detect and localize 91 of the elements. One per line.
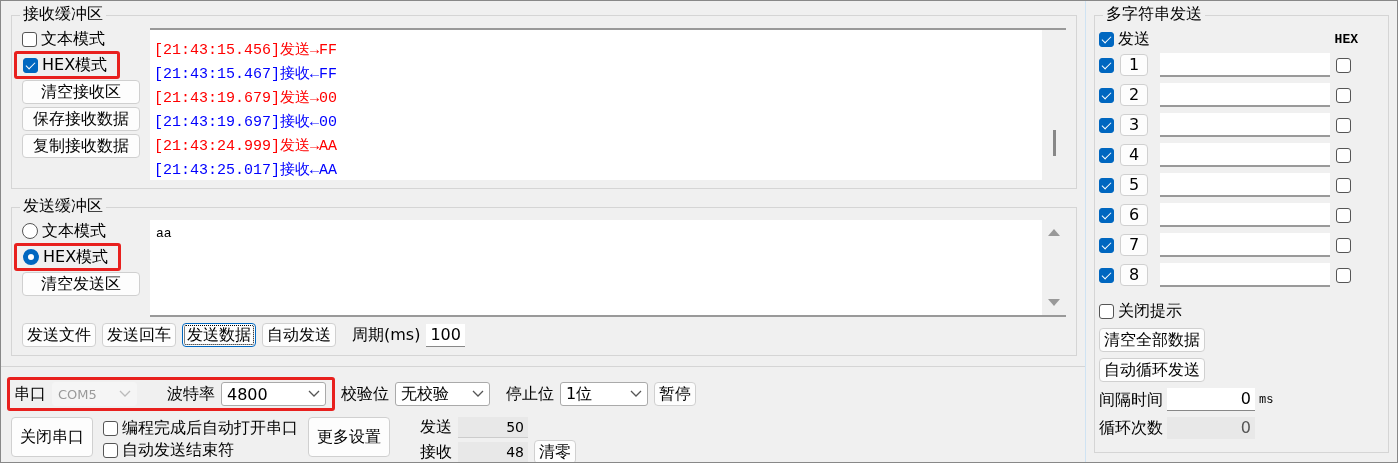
checkbox[interactable]	[1099, 267, 1114, 283]
checkbox[interactable]	[1336, 177, 1351, 193]
checkbox[interactable]	[1099, 31, 1114, 47]
receive-action-button[interactable]: 清空接收区	[22, 80, 140, 104]
counter-value: 50	[458, 417, 528, 438]
loop-count-label: 循环次数	[1099, 417, 1163, 439]
checkbox[interactable]	[1099, 207, 1114, 223]
period-label: 周期(ms)	[352, 324, 421, 346]
parity-label: 校验位	[341, 383, 389, 405]
period-field[interactable]: 100	[426, 323, 465, 347]
baud-dropdown[interactable]: 4800	[221, 382, 326, 406]
log-line: [21:43:24.999]发送→AA	[154, 137, 339, 157]
multi-send-button[interactable]: 清空全部数据	[1099, 328, 1205, 352]
string-field[interactable]	[1160, 233, 1330, 257]
checkbox-label: HEX模式	[42, 54, 108, 76]
checkbox-label: 自动发送结束符	[122, 439, 234, 461]
receive-action-button[interactable]: 复制接收数据	[22, 134, 140, 158]
checkbox-label: 关闭提示	[1118, 300, 1182, 322]
string-field[interactable]	[1160, 263, 1330, 287]
checkbox[interactable]	[1336, 57, 1351, 73]
send-number-button[interactable]: 3	[1120, 114, 1148, 136]
pause-button[interactable]: 暂停	[654, 382, 696, 406]
checkbox[interactable]	[1099, 147, 1114, 163]
send-action-button[interactable]: 发送回车	[102, 323, 176, 347]
chevron-down-icon	[472, 390, 484, 398]
checkbox-label: 文本模式	[41, 28, 105, 50]
log-line: [21:43:15.467]接收←FF	[154, 64, 339, 85]
checkbox[interactable]	[22, 31, 37, 47]
reset-button[interactable]: 清零	[534, 440, 576, 462]
more-settings-button[interactable]: 更多设置	[308, 417, 390, 457]
log-line: [21:43:15.456]发送→FF	[154, 41, 339, 61]
checkbox[interactable]	[1336, 87, 1351, 103]
hex-header: HEX	[1334, 31, 1358, 47]
send-number-button[interactable]: 7	[1120, 234, 1148, 256]
string-field[interactable]	[1160, 83, 1330, 107]
send-number-button[interactable]: 4	[1120, 144, 1148, 166]
unit-label: ms	[1259, 391, 1274, 409]
checkbox[interactable]	[1099, 87, 1114, 103]
checkbox[interactable]	[103, 442, 118, 458]
counter-value: 48	[458, 441, 528, 462]
parity-dropdown[interactable]: 无校验	[395, 382, 490, 406]
send-number-button[interactable]: 5	[1120, 174, 1148, 196]
send-number-button[interactable]: 2	[1120, 84, 1148, 106]
chevron-down-icon	[308, 390, 320, 398]
scrollbar-thumb[interactable]	[1053, 130, 1056, 156]
interval-label: 间隔时间	[1099, 388, 1163, 411]
string-field[interactable]	[1160, 173, 1330, 197]
close-port-button[interactable]: 关闭串口	[11, 417, 93, 457]
radio-label: HEX模式	[43, 246, 109, 268]
port-label: 串口	[14, 383, 46, 405]
interval-field[interactable]: 0	[1167, 388, 1255, 411]
multi-send-button[interactable]: 自动循环发送	[1099, 358, 1205, 382]
checkbox[interactable]	[1099, 177, 1114, 193]
counter-label: 接收	[420, 441, 452, 462]
log-line: [21:43:25.017]接收←AA	[154, 160, 339, 181]
send-number-button[interactable]: 6	[1120, 204, 1148, 226]
checkbox[interactable]	[1336, 147, 1351, 163]
checkbox[interactable]	[1099, 117, 1114, 133]
radio-label: 文本模式	[42, 220, 106, 242]
send-number-button[interactable]: 1	[1120, 54, 1148, 76]
checkbox[interactable]	[1336, 117, 1351, 133]
string-field[interactable]	[1160, 143, 1330, 167]
send-action-button[interactable]: 发送文件	[22, 323, 96, 347]
checkbox[interactable]	[1336, 267, 1351, 283]
checkbox[interactable]	[23, 57, 38, 73]
loop-count-field: 0	[1167, 417, 1255, 439]
group-title: 接收缓冲区	[20, 3, 106, 25]
clear-send-button[interactable]: 清空发送区	[22, 272, 140, 296]
counter-label: 发送	[420, 417, 452, 438]
string-field[interactable]	[1160, 53, 1330, 77]
log-line: [21:43:19.679]发送→00	[154, 89, 339, 109]
string-field[interactable]	[1160, 113, 1330, 137]
checkbox[interactable]	[1099, 57, 1114, 73]
checkbox[interactable]	[1336, 237, 1351, 253]
receive-action-button[interactable]: 保存接收数据	[22, 107, 140, 131]
checkbox[interactable]	[1336, 207, 1351, 223]
string-field[interactable]	[1160, 203, 1330, 227]
checkbox[interactable]	[1099, 303, 1114, 319]
send-action-button[interactable]: 自动发送	[262, 323, 336, 347]
send-action-button[interactable]: 发送数据	[182, 323, 256, 347]
checkbox-label: 编程完成后自动打开串口	[122, 417, 298, 439]
checkbox[interactable]	[1099, 237, 1114, 253]
chevron-down-icon	[119, 390, 131, 398]
send-number-button[interactable]: 8	[1120, 264, 1148, 286]
baud-label: 波特率	[167, 383, 215, 405]
chevron-down-icon	[630, 390, 642, 398]
checkbox-label: 发送	[1118, 28, 1150, 50]
checkbox[interactable]	[103, 420, 118, 436]
log-line: [21:43:19.697]接收←00	[154, 112, 339, 133]
radio-button[interactable]	[23, 249, 39, 265]
radio-button[interactable]	[22, 223, 38, 239]
